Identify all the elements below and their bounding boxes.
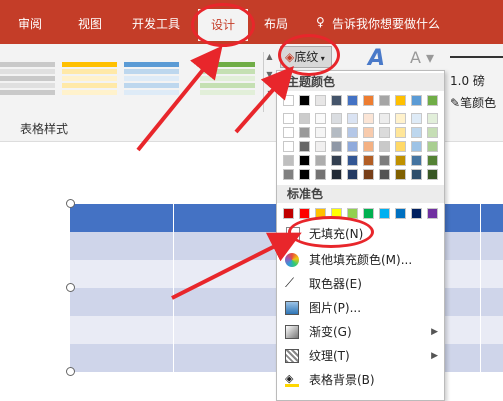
annotation-arrow [136, 45, 223, 152]
annotation-arrow [171, 232, 302, 300]
annotation-arrows [136, 45, 302, 300]
annotation-arrow [234, 65, 294, 134]
